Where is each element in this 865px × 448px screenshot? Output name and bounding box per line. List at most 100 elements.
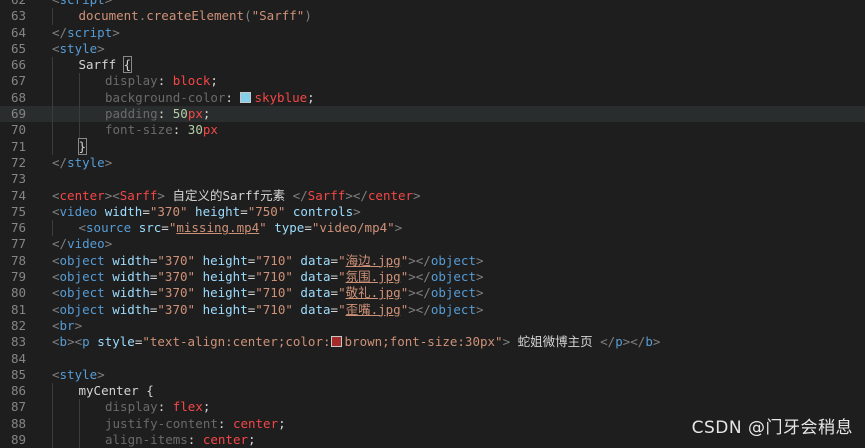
code-token: =: [330, 301, 339, 317]
code-line[interactable]: 78 <object width="370" height="710" data=…: [0, 253, 865, 269]
code-token: display: [105, 73, 158, 89]
code-line[interactable]: 76 <source src="missing.mp4" type="video/…: [0, 220, 865, 237]
code-token: <: [52, 252, 60, 268]
code-text: display: block;: [105, 73, 218, 89]
code-line[interactable]: 66 Sarff {: [0, 56, 865, 74]
code-token: ></: [622, 334, 646, 350]
code-line[interactable]: 74 <center><Sarff> 自定义的Sarff元素 </Sarff></…: [0, 188, 865, 204]
code-line[interactable]: 63 document.createElement("Sarff"): [0, 8, 865, 25]
code-token: b: [59, 334, 68, 350]
code-token: ": [338, 269, 346, 285]
line-number: 79: [10, 269, 26, 285]
code-line[interactable]: 70 font-size: 30px: [0, 122, 865, 139]
code-text: </style>: [52, 155, 112, 171]
line-number: 88: [10, 415, 26, 431]
code-token: =: [330, 252, 339, 268]
code-token: =: [240, 203, 248, 219]
code-line[interactable]: 73: [0, 171, 865, 187]
code-token: >: [475, 285, 484, 301]
line-number: 65: [10, 40, 26, 56]
line-number: 78: [10, 252, 26, 268]
code-token: >: [97, 366, 105, 382]
csdn-watermark: CSDN @门牙会稍息: [691, 418, 853, 438]
code-line[interactable]: 72 </style>: [0, 155, 865, 171]
code-line[interactable]: 79 <object width="370" height="710" data=…: [0, 269, 865, 285]
code-line[interactable]: 82 <br>: [0, 318, 865, 334]
indent-guide: [52, 399, 53, 416]
indent-guide: [52, 57, 53, 74]
code-token: display: [105, 399, 158, 415]
code-token: "370": [157, 252, 196, 268]
code-token: data: [300, 285, 331, 301]
code-token: ;: [278, 415, 286, 431]
code-text: Sarff {: [78, 56, 133, 74]
code-token: "370": [157, 301, 196, 317]
line-number: 62: [0, 0, 26, 8]
code-token: p: [82, 334, 90, 350]
code-token: <: [52, 187, 60, 203]
code-token: height: [202, 301, 248, 317]
code-token: =: [161, 220, 169, 236]
line-number: 81: [10, 301, 26, 317]
line-number: 76: [10, 220, 26, 236]
code-line[interactable]: 71}: [0, 137, 865, 155]
code-token: =: [304, 220, 312, 236]
code-token: <: [52, 366, 60, 382]
code-token: "710": [255, 269, 293, 285]
code-line[interactable]: 81 <object width="370" height="710" data=…: [0, 302, 865, 318]
code-line[interactable]: 84: [0, 351, 865, 367]
code-token: 蛇姐微博主页: [510, 334, 601, 350]
code-token: "Sarff": [251, 8, 305, 24]
code-token: video: [67, 236, 105, 252]
code-token: ": [338, 301, 346, 317]
line-number: 87: [10, 399, 26, 415]
code-token: Sarff: [78, 57, 124, 73]
code-token: >: [652, 334, 661, 350]
code-token: block: [172, 73, 211, 89]
code-token: ></: [408, 285, 431, 301]
code-line[interactable]: 69 padding: 50px;: [0, 106, 865, 123]
code-line[interactable]: 67 display: block;: [0, 73, 865, 90]
code-line[interactable]: 64 </script>: [0, 25, 865, 41]
color-swatch-icon[interactable]: [330, 336, 342, 348]
code-text: background-color: skyblue;: [105, 90, 315, 106]
code-token: width: [112, 301, 150, 317]
code-token: :: [187, 432, 203, 448]
code-token: <: [52, 317, 60, 333]
code-line[interactable]: 75 <video width="370" height="750" contro…: [0, 204, 865, 220]
code-text: <style>: [52, 41, 105, 57]
code-text: <style>: [52, 367, 105, 383]
code-line[interactable]: 83 <b><p style="text-align:center;color: b…: [0, 334, 865, 350]
code-line[interactable]: 80 <object width="370" height="710" data=…: [0, 285, 865, 301]
code-token: =: [142, 203, 150, 219]
code-token: :: [172, 122, 188, 138]
line-number: 67: [10, 73, 26, 89]
code-area[interactable]: 62<script>63document.createElement("Sarf…: [0, 0, 865, 448]
code-line[interactable]: 65 <style>: [0, 41, 865, 57]
code-token: center: [367, 187, 414, 203]
code-token: "370": [149, 203, 188, 219]
code-line[interactable]: 77 </video>: [0, 236, 865, 252]
code-token: controls: [292, 203, 354, 219]
code-token: <: [52, 269, 60, 285]
code-token: ><: [104, 187, 120, 203]
code-token: ;: [202, 399, 211, 415]
line-number: 70: [10, 122, 26, 138]
code-token: >: [104, 236, 113, 252]
code-text: <br>: [52, 318, 82, 334]
code-token: height: [195, 203, 241, 219]
code-line[interactable]: 85 <style>: [0, 367, 865, 383]
code-token: video: [59, 203, 98, 219]
indent-guide: [52, 106, 53, 123]
code-line[interactable]: 86 myCenter {: [0, 383, 865, 400]
code-token: object: [59, 269, 105, 285]
code-token: height: [202, 285, 248, 301]
code-line[interactable]: 62 <script>: [0, 0, 865, 8]
line-number: 83: [10, 334, 26, 350]
code-token: align-items: [105, 432, 188, 448]
color-swatch-icon[interactable]: [240, 91, 252, 103]
code-line[interactable]: 68 background-color: skyblue;: [0, 89, 865, 107]
code-token: style: [97, 334, 135, 350]
